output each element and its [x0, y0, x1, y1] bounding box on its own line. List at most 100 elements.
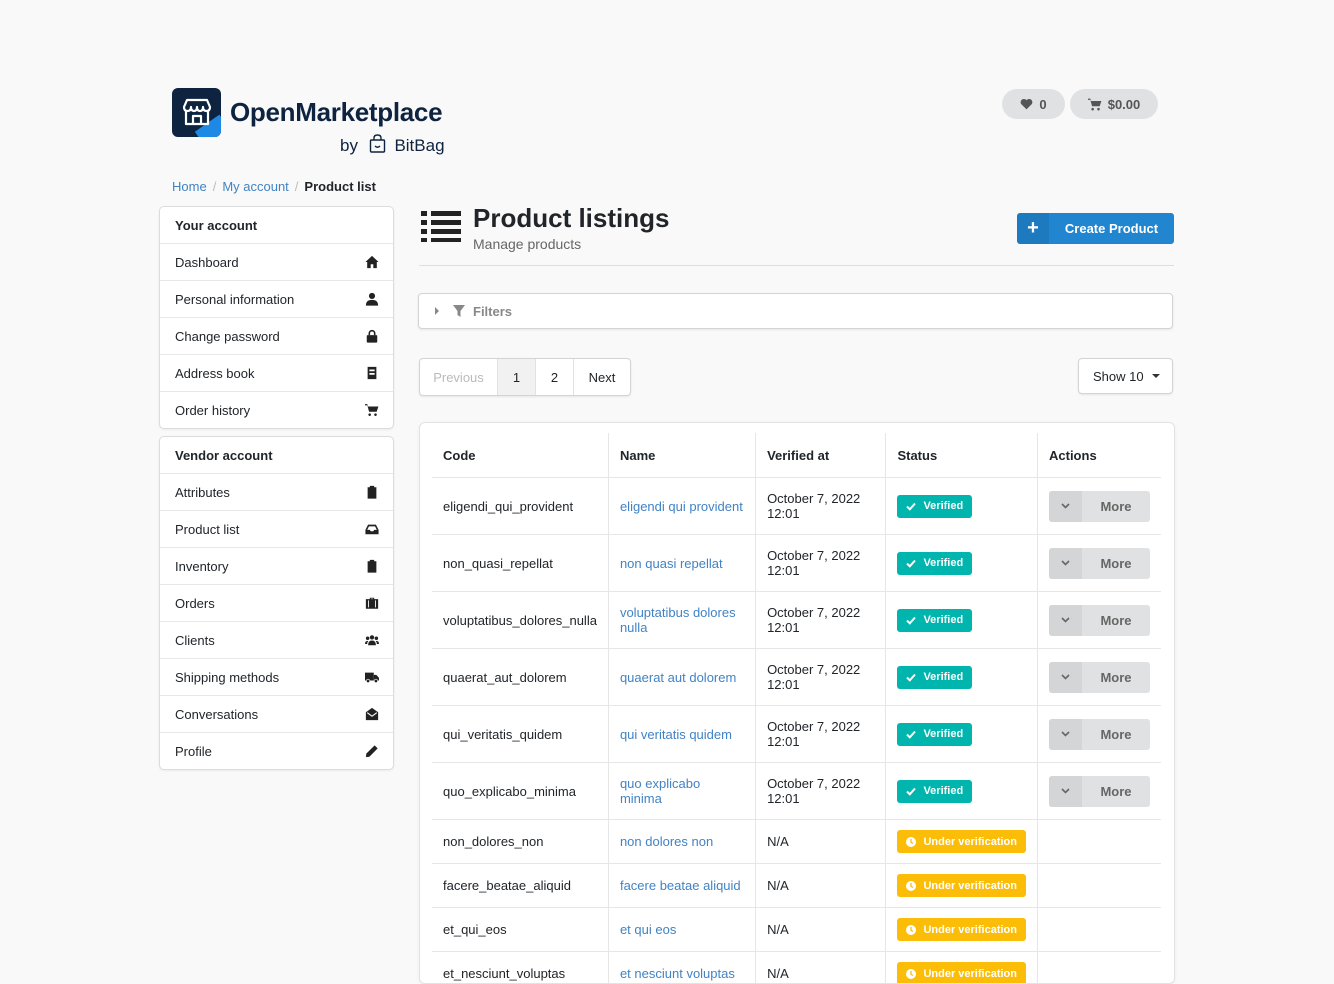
status-label: Verified: [923, 728, 963, 740]
more-actions-button[interactable]: More: [1049, 548, 1150, 579]
status-badge: Verified: [897, 552, 972, 575]
status-label: Verified: [923, 557, 963, 569]
product-name-link[interactable]: qui veritatis quidem: [620, 727, 732, 742]
dropdown-toggle[interactable]: [1049, 548, 1082, 579]
pagination-next[interactable]: Next: [574, 359, 630, 395]
dropdown-toggle[interactable]: [1049, 776, 1082, 807]
home-icon: [365, 255, 379, 269]
cell-status: Verified: [886, 763, 1038, 820]
cell-verified-at: October 7, 2022 12:01: [756, 763, 886, 820]
cell-name: facere beatae aliquid: [608, 864, 755, 908]
more-actions-button[interactable]: More: [1049, 662, 1150, 693]
status-label: Under verification: [923, 924, 1017, 936]
column-header-status[interactable]: Status: [886, 433, 1038, 478]
breadcrumb: Home/My account/Product list: [172, 179, 376, 194]
sidebar-item-label: Order history: [175, 403, 250, 418]
status-badge: Verified: [897, 723, 972, 746]
dropdown-toggle[interactable]: [1049, 719, 1082, 750]
cell-actions: More: [1038, 535, 1162, 592]
cell-status: Under verification: [886, 820, 1038, 864]
sidebar-item-shipping-methods[interactable]: Shipping methods: [160, 658, 393, 695]
show-per-page-dropdown[interactable]: Show 10: [1078, 358, 1173, 394]
cart-icon: [1088, 98, 1102, 111]
dropdown-toggle[interactable]: [1049, 491, 1082, 522]
product-name-link[interactable]: voluptatibus dolores nulla: [620, 605, 736, 635]
cell-verified-at: October 7, 2022 12:01: [756, 706, 886, 763]
sidebar-item-order-history[interactable]: Order history: [160, 391, 393, 428]
dropdown-toggle[interactable]: [1049, 662, 1082, 693]
more-actions-button[interactable]: More: [1049, 719, 1150, 750]
cell-code: non_dolores_non: [432, 820, 608, 864]
more-actions-button[interactable]: More: [1049, 491, 1150, 522]
create-product-button[interactable]: + Create Product: [1017, 213, 1174, 244]
sidebar-item-address-book[interactable]: Address book: [160, 354, 393, 391]
cell-status: Under verification: [886, 864, 1038, 908]
pagination-page-1[interactable]: 1: [498, 359, 536, 395]
product-name-link[interactable]: facere beatae aliquid: [620, 878, 741, 893]
product-name-link[interactable]: eligendi qui provident: [620, 499, 743, 514]
caret-right-icon: [435, 307, 439, 315]
cell-code: qui_veritatis_quidem: [432, 706, 608, 763]
table-row: et_nesciunt_voluptaset nesciunt voluptas…: [432, 952, 1161, 984]
cell-status: Under verification: [886, 908, 1038, 952]
pagination-previous[interactable]: Previous: [420, 359, 498, 395]
check-icon: [906, 730, 916, 739]
sidebar-item-conversations[interactable]: Conversations: [160, 695, 393, 732]
wishlist-count: 0: [1039, 97, 1046, 112]
sidebar-item-personal-information[interactable]: Personal information: [160, 280, 393, 317]
pencil-icon: [365, 744, 379, 758]
column-header-name[interactable]: Name: [608, 433, 755, 478]
table-row: voluptatibus_dolores_nullavoluptatibus d…: [432, 592, 1161, 649]
truck-icon: [365, 670, 379, 684]
product-name-link[interactable]: et qui eos: [620, 922, 676, 937]
brand-name: OpenMarketplace: [230, 97, 442, 128]
sidebar-item-profile[interactable]: Profile: [160, 732, 393, 769]
show-per-page-value: Show 10: [1093, 369, 1144, 384]
filter-icon: [453, 305, 465, 317]
sidebar-item-clients[interactable]: Clients: [160, 621, 393, 658]
pagination-page-2[interactable]: 2: [536, 359, 574, 395]
sidebar-item-orders[interactable]: Orders: [160, 584, 393, 621]
cell-name: non quasi repellat: [608, 535, 755, 592]
cell-status: Verified: [886, 535, 1038, 592]
sidebar-item-label: Dashboard: [175, 255, 239, 270]
cart-total: $0.00: [1108, 97, 1141, 112]
users-icon: [365, 633, 379, 647]
page-subtitle: Manage products: [473, 236, 581, 252]
product-name-link[interactable]: non dolores non: [620, 834, 713, 849]
cell-code: non_quasi_repellat: [432, 535, 608, 592]
clock-icon: [906, 969, 916, 979]
table-row: eligendi_qui_providenteligendi qui provi…: [432, 478, 1161, 535]
sidebar-item-inventory[interactable]: Inventory: [160, 547, 393, 584]
sidebar-item-label: Profile: [175, 744, 212, 759]
wishlist-button[interactable]: 0: [1002, 89, 1065, 119]
clipboard-icon: [365, 485, 379, 499]
vendor-account-title: Vendor account: [160, 437, 393, 473]
brand-logo[interactable]: OpenMarketplace by BitBag: [172, 88, 452, 158]
sidebar-item-label: Change password: [175, 329, 280, 344]
breadcrumb-my-account[interactable]: My account: [222, 179, 288, 194]
product-name-link[interactable]: et nesciunt voluptas: [620, 966, 735, 981]
cell-actions: [1038, 908, 1162, 952]
column-header-code[interactable]: Code: [432, 433, 608, 478]
product-name-link[interactable]: quaerat aut dolorem: [620, 670, 736, 685]
sidebar-item-change-password[interactable]: Change password: [160, 317, 393, 354]
clipboard-icon: [365, 559, 379, 573]
table-row: non_quasi_repellatnon quasi repellatOcto…: [432, 535, 1161, 592]
more-actions-button[interactable]: More: [1049, 776, 1150, 807]
dropdown-toggle[interactable]: [1049, 605, 1082, 636]
cell-verified-at: October 7, 2022 12:01: [756, 592, 886, 649]
sidebar-item-label: Personal information: [175, 292, 294, 307]
envelope-open-icon: [365, 707, 379, 721]
product-name-link[interactable]: non quasi repellat: [620, 556, 723, 571]
sidebar-item-product-list[interactable]: Product list: [160, 510, 393, 547]
sidebar-item-dashboard[interactable]: Dashboard: [160, 243, 393, 280]
cart-button[interactable]: $0.00: [1070, 89, 1158, 119]
more-actions-button[interactable]: More: [1049, 605, 1150, 636]
column-header-verified-at[interactable]: Verified at: [756, 433, 886, 478]
filters-accordion[interactable]: Filters: [418, 293, 1173, 329]
product-name-link[interactable]: quo explicabo minima: [620, 776, 700, 806]
sidebar-item-attributes[interactable]: Attributes: [160, 473, 393, 510]
status-label: Verified: [923, 614, 963, 626]
breadcrumb-home[interactable]: Home: [172, 179, 207, 194]
